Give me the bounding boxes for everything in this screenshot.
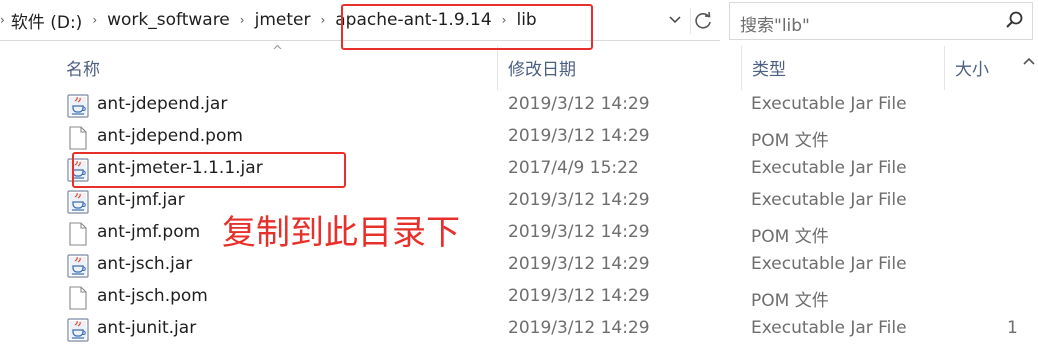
breadcrumb-item-work-software[interactable]: work_software [107, 10, 230, 30]
file-row[interactable]: ant-jdepend.pom 2019/3/12 14:29 POM 文件 [62, 121, 1022, 153]
file-row[interactable]: ant-jmeter-1.1.1.jar 2017/4/9 15:22 Execut… [62, 153, 1022, 185]
jar-file-icon [67, 190, 89, 214]
file-row[interactable]: ant-jdepend.jar 2019/3/12 14:29 Executable… [62, 89, 1022, 121]
file-type: Executable Jar File [751, 94, 907, 114]
jar-file-icon [67, 158, 89, 182]
file-type: Executable Jar File [751, 318, 907, 338]
jar-file-icon [67, 94, 89, 118]
file-type: Executable Jar File [751, 158, 907, 178]
scroll-up-button[interactable] [1020, 52, 1038, 70]
file-type: POM 文件 [751, 227, 829, 247]
file-row[interactable]: ant-jsch.jar 2019/3/12 14:29 Executable Ja… [62, 249, 1022, 281]
file-date-modified: 2019/3/12 14:29 [508, 286, 650, 306]
chevron-down-icon [669, 16, 681, 24]
chevron-right-icon[interactable]: › [502, 13, 507, 27]
file-size: 1 [1007, 318, 1018, 338]
column-header-date[interactable]: 修改日期 [508, 56, 576, 84]
file-name: ant-jmf.pom [97, 222, 201, 242]
breadcrumb-item-apache-ant[interactable]: apache-ant-1.9.14 [335, 10, 491, 30]
vertical-scrollbar[interactable] [1020, 44, 1038, 342]
file-name: ant-jsch.jar [97, 254, 193, 274]
column-divider[interactable] [497, 46, 498, 90]
breadcrumb: › 软件 (D:) › work_software › jmeter › apa… [0, 8, 537, 33]
refresh-icon [695, 11, 711, 29]
file-type: POM 文件 [751, 131, 829, 151]
address-history-dropdown[interactable] [666, 11, 684, 29]
file-type: Executable Jar File [751, 190, 907, 210]
file-date-modified: 2019/3/12 14:29 [508, 318, 650, 338]
document-file-icon [67, 286, 89, 310]
column-divider[interactable] [741, 46, 742, 90]
chevron-right-icon[interactable]: › [0, 13, 5, 27]
chevron-right-icon[interactable]: › [320, 13, 325, 27]
file-date-modified: 2019/3/12 14:29 [508, 94, 650, 114]
file-name: ant-jsch.pom [97, 286, 208, 306]
file-row[interactable]: ant-jmf.jar 2019/3/12 14:29 Executable Jar… [62, 185, 1022, 217]
file-date-modified: 2019/3/12 14:29 [508, 222, 650, 242]
search-box[interactable]: 搜索"lib" [729, 2, 1033, 40]
document-file-icon [67, 222, 89, 246]
file-date-modified: 2017/4/9 15:22 [508, 158, 639, 178]
file-name: ant-jdepend.pom [97, 126, 243, 146]
file-name: ant-jdepend.jar [97, 94, 228, 114]
file-name: ant-junit.jar [97, 318, 197, 338]
column-divider[interactable] [944, 46, 945, 90]
chevron-right-icon[interactable]: › [240, 13, 245, 27]
jar-file-icon [67, 318, 89, 342]
sort-ascending-icon: ^ [272, 44, 283, 59]
address-bar[interactable]: › 软件 (D:) › work_software › jmeter › apa… [0, 0, 720, 41]
column-header-name[interactable]: 名称 [66, 56, 100, 84]
file-date-modified: 2019/3/12 14:29 [508, 254, 650, 274]
search-icon [1006, 11, 1023, 28]
file-type: POM 文件 [751, 291, 829, 311]
file-row[interactable]: ant-jmf.pom 2019/3/12 14:29 POM 文件 [62, 217, 1022, 249]
refresh-button[interactable] [690, 8, 717, 34]
file-name: ant-jmeter-1.1.1.jar [97, 158, 263, 178]
file-row[interactable]: ant-jsch.pom 2019/3/12 14:29 POM 文件 [62, 281, 1022, 313]
jar-file-icon [67, 254, 89, 278]
chevron-right-icon[interactable]: › [92, 13, 97, 27]
file-row[interactable]: ant-junit.jar 2019/3/12 14:29 Executable J… [62, 313, 1022, 345]
annotation-text: 复制到此目录下 [222, 213, 460, 253]
file-date-modified: 2019/3/12 14:29 [508, 190, 650, 210]
file-name: ant-jmf.jar [97, 190, 185, 210]
search-button[interactable] [1002, 9, 1026, 33]
breadcrumb-item-drive[interactable]: 软件 (D:) [11, 8, 83, 33]
document-file-icon [67, 126, 89, 150]
file-date-modified: 2019/3/12 14:29 [508, 126, 650, 146]
column-header-size[interactable]: 大小 [955, 56, 989, 84]
column-header-type[interactable]: 类型 [752, 56, 786, 84]
file-type: Executable Jar File [751, 254, 907, 274]
breadcrumb-item-lib[interactable]: lib [516, 10, 536, 30]
breadcrumb-item-jmeter[interactable]: jmeter [255, 10, 311, 30]
search-input[interactable]: 搜索"lib" [740, 11, 810, 36]
chevron-up-icon [1023, 57, 1035, 65]
